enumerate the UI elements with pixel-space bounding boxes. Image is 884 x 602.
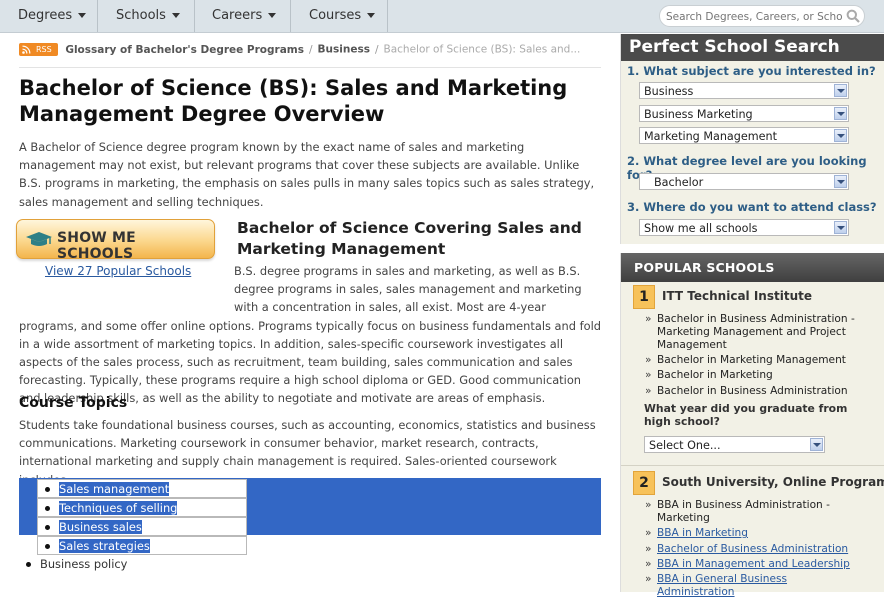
search-icon[interactable] bbox=[846, 9, 860, 23]
rss-label: RSS bbox=[36, 45, 52, 54]
caret-down-icon bbox=[367, 13, 376, 18]
list-item-text: Business policy bbox=[40, 557, 128, 571]
search-input[interactable] bbox=[666, 9, 842, 24]
caret-down-icon bbox=[171, 13, 180, 18]
dropdown-arrow-icon[interactable] bbox=[834, 175, 847, 188]
graduation-cap-icon bbox=[26, 232, 52, 246]
popular-schools-title: POPULAR SCHOOLS bbox=[621, 253, 884, 282]
page-title: Bachelor of Science (BS): Sales and Mark… bbox=[19, 76, 568, 126]
nav-schools-label: Schools bbox=[116, 8, 166, 23]
list-item: Business policy bbox=[19, 555, 601, 574]
perfect-school-search-title: Perfect School Search bbox=[621, 34, 884, 61]
nav-careers[interactable]: Careers bbox=[195, 0, 291, 32]
intro-paragraph: A Bachelor of Science degree program kno… bbox=[19, 140, 595, 209]
list-item: Sales strategies bbox=[37, 536, 247, 555]
nav-courses[interactable]: Courses bbox=[291, 0, 388, 32]
subject-select-3[interactable]: Marketing Management bbox=[639, 127, 849, 144]
perfect-school-search-panel: Perfect School Search 1. What subject ar… bbox=[620, 34, 884, 244]
breadcrumb: RSS Glossary of Bachelor's Degree Progra… bbox=[19, 43, 580, 56]
graduation-year-select[interactable]: Select One... bbox=[644, 436, 825, 453]
school-name[interactable]: South University, Online Programs bbox=[662, 475, 884, 489]
program-item[interactable]: Bachelor in Marketing Management bbox=[645, 354, 855, 367]
program-link[interactable]: Bachelor of Business Administration bbox=[645, 543, 855, 556]
dropdown-arrow-icon[interactable] bbox=[834, 221, 847, 234]
program-link[interactable]: BBA in General Business Administration bbox=[645, 573, 855, 599]
caret-down-icon bbox=[268, 13, 277, 18]
attend-class-select-value: Show me all schools bbox=[644, 222, 758, 235]
program-link[interactable]: BBA in Marketing bbox=[645, 527, 855, 540]
bullet bbox=[45, 506, 50, 511]
bullet bbox=[45, 487, 50, 492]
degree-level-select-value: Bachelor bbox=[654, 176, 704, 189]
breadcrumb-link-glossary[interactable]: Glossary of Bachelor's Degree Programs bbox=[65, 44, 304, 56]
bullet bbox=[26, 562, 31, 567]
program-item[interactable]: Bachelor in Business Administration - Ma… bbox=[645, 313, 855, 351]
school-1-programs: Bachelor in Business Administration - Ma… bbox=[645, 313, 855, 400]
graduation-year-question: What year did you graduate from high sch… bbox=[644, 402, 848, 428]
dropdown-arrow-icon[interactable] bbox=[834, 84, 847, 97]
nav-schools[interactable]: Schools bbox=[98, 0, 195, 32]
subject-question: 1. What subject are you interested in? bbox=[627, 64, 876, 78]
list-item: Techniques of selling bbox=[37, 498, 247, 517]
program-link[interactable]: BBA in Management and Leadership bbox=[645, 558, 855, 571]
subject-select-2-value: Business Marketing bbox=[644, 108, 753, 121]
list-item: Sales management bbox=[37, 479, 247, 498]
breadcrumb-separator: / bbox=[308, 43, 313, 56]
subject-select-3-value: Marketing Management bbox=[644, 130, 778, 143]
bullet bbox=[45, 525, 50, 530]
attend-class-question: 3. Where do you want to attend class? bbox=[627, 200, 877, 214]
search-box bbox=[659, 5, 865, 27]
section-paragraph: B.S. degree programs in sales and market… bbox=[19, 262, 601, 408]
section-heading: Bachelor of Science Covering Sales and M… bbox=[237, 219, 582, 258]
degree-level-select[interactable]: Bachelor bbox=[639, 173, 849, 190]
subject-select-1[interactable]: Business bbox=[639, 82, 849, 99]
course-topics-heading: Course Topics bbox=[19, 395, 128, 411]
school-2-programs: BBA in Business Administration - Marketi… bbox=[645, 499, 855, 602]
rss-icon bbox=[22, 45, 31, 54]
school-rank-badge: 2 bbox=[633, 471, 655, 495]
show-me-schools-label: SHOW ME SCHOOLS bbox=[57, 230, 136, 262]
caret-down-icon bbox=[78, 13, 87, 18]
attend-class-select[interactable]: Show me all schools bbox=[639, 219, 849, 236]
breadcrumb-divider bbox=[19, 67, 601, 68]
graduation-year-select-value: Select One... bbox=[649, 439, 721, 452]
nav-degrees-label: Degrees bbox=[18, 8, 73, 23]
top-nav: Degrees Schools Careers Courses bbox=[0, 0, 884, 33]
nav-courses-label: Courses bbox=[309, 8, 362, 23]
list-item-text: Techniques of selling bbox=[59, 501, 178, 515]
list-item-text: Sales strategies bbox=[59, 539, 150, 553]
nav-degrees[interactable]: Degrees bbox=[0, 0, 98, 32]
list-item: Business sales bbox=[37, 517, 247, 536]
school-name[interactable]: ITT Technical Institute bbox=[662, 289, 812, 303]
float-spacer bbox=[19, 262, 234, 316]
subject-select-2[interactable]: Business Marketing bbox=[639, 105, 849, 122]
school-rank-badge: 1 bbox=[633, 285, 655, 309]
nav-careers-label: Careers bbox=[212, 8, 263, 23]
list-item-text: Sales management bbox=[59, 482, 170, 496]
dropdown-arrow-icon[interactable] bbox=[834, 107, 847, 120]
dropdown-arrow-icon[interactable] bbox=[810, 438, 823, 451]
breadcrumb-current: Bachelor of Science (BS): Sales and... bbox=[383, 43, 581, 56]
school-divider bbox=[621, 465, 884, 466]
list-item-text: Business sales bbox=[59, 520, 142, 534]
breadcrumb-separator: / bbox=[374, 43, 379, 56]
program-item[interactable]: Bachelor in Business Administration bbox=[645, 385, 855, 398]
program-item[interactable]: BBA in Business Administration - Marketi… bbox=[645, 499, 855, 525]
show-me-schools-button[interactable]: SHOW ME SCHOOLS bbox=[16, 219, 215, 262]
course-topics-list: Sales management Techniques of selling B… bbox=[19, 479, 601, 574]
breadcrumb-link-business[interactable]: Business bbox=[318, 44, 370, 56]
bullet bbox=[45, 544, 50, 549]
subject-select-1-value: Business bbox=[644, 85, 694, 98]
rss-badge[interactable]: RSS bbox=[19, 43, 58, 56]
dropdown-arrow-icon[interactable] bbox=[834, 129, 847, 142]
program-item[interactable]: Bachelor in Marketing bbox=[645, 369, 855, 382]
popular-schools-panel: POPULAR SCHOOLS 1 ITT Technical Institut… bbox=[620, 253, 884, 598]
